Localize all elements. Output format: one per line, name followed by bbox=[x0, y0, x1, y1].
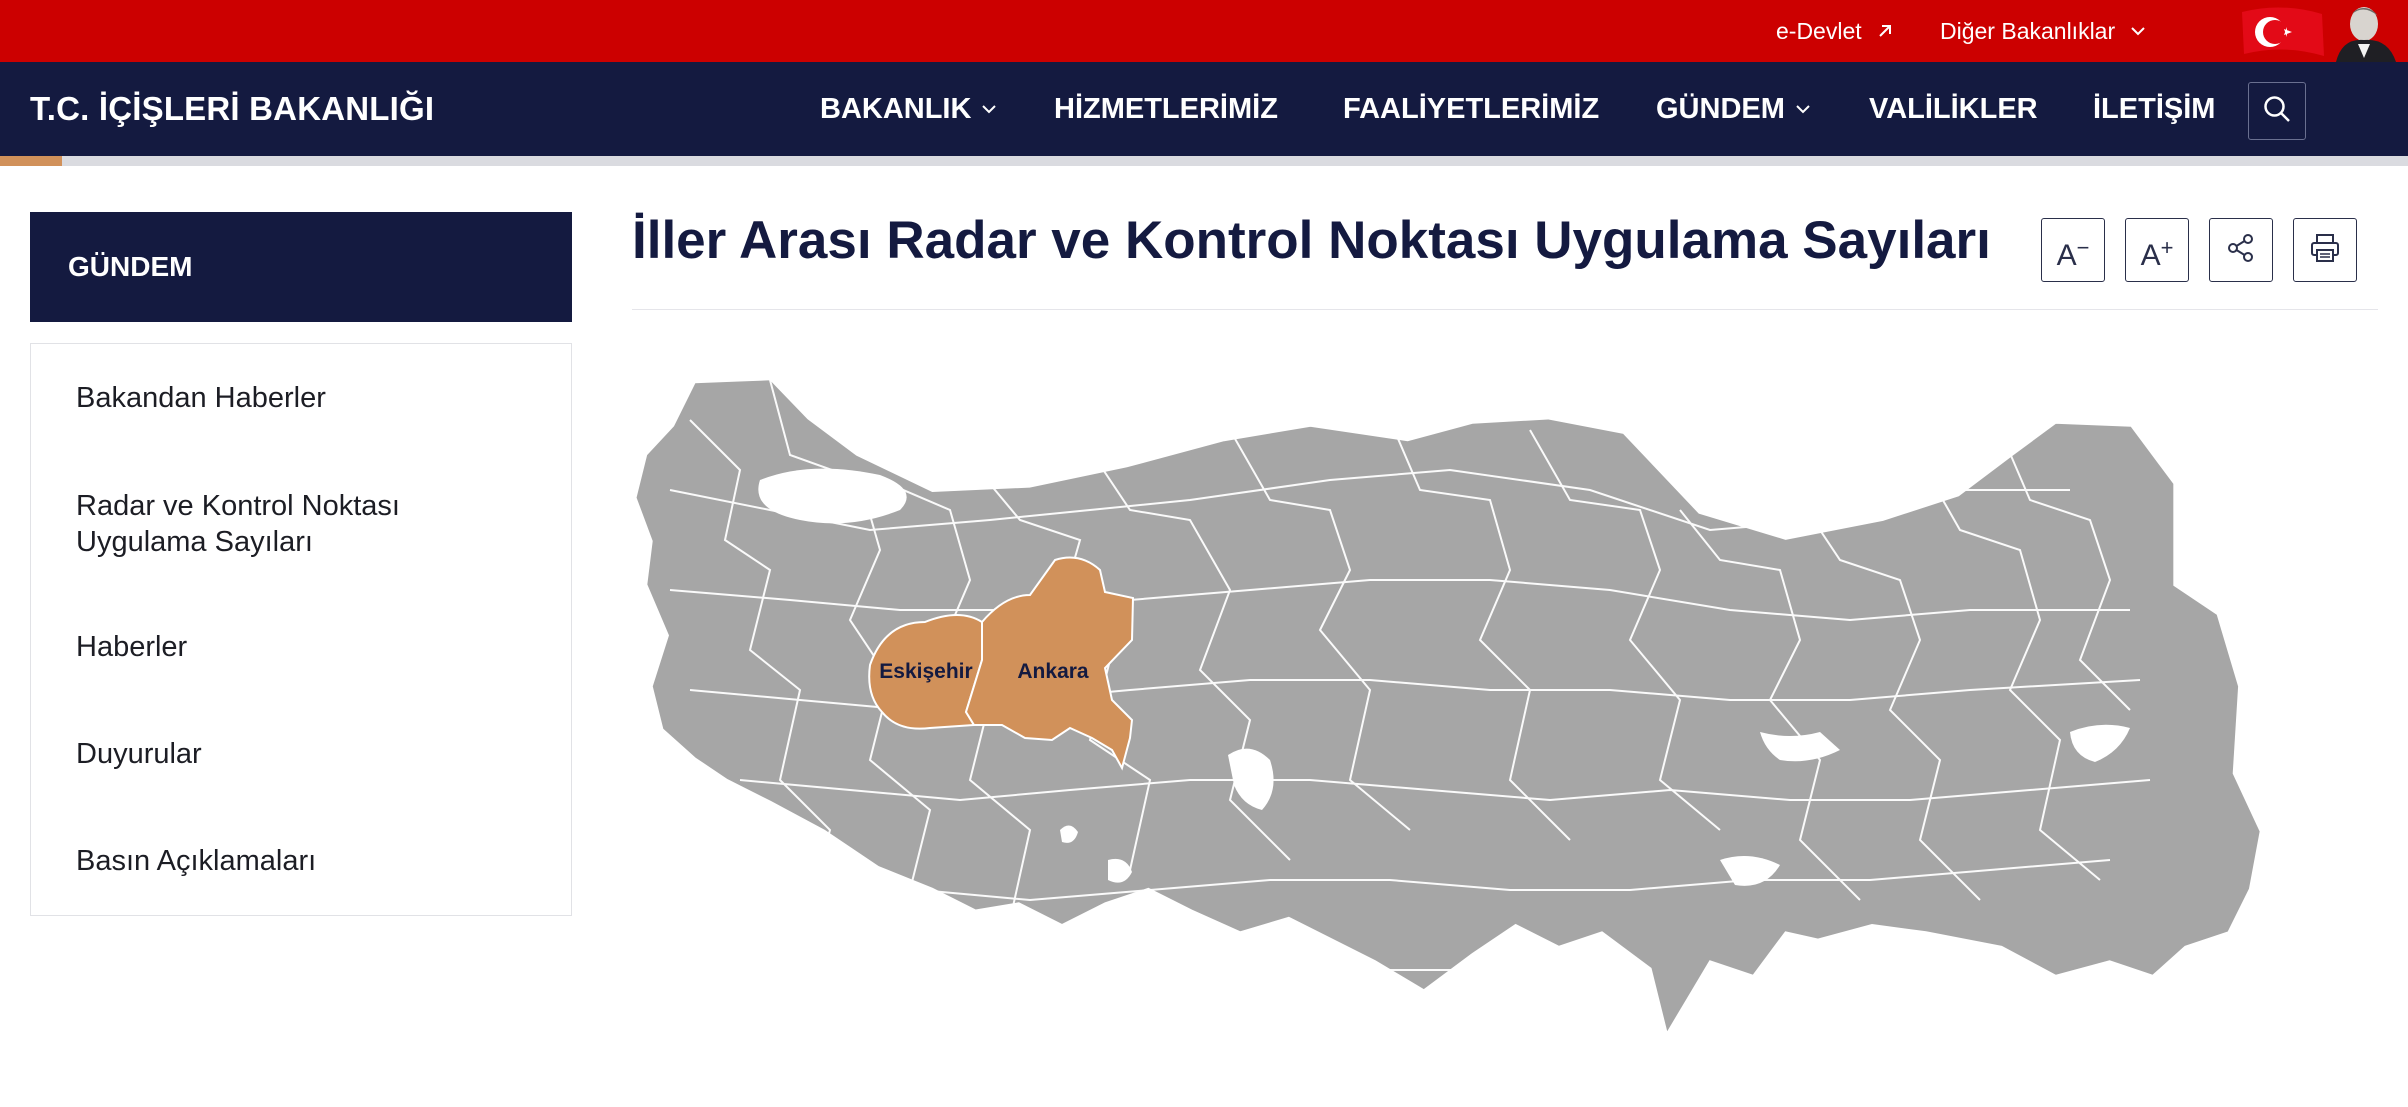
print-button[interactable] bbox=[2293, 218, 2357, 282]
search-icon bbox=[2262, 94, 2292, 129]
nav-valilikler[interactable]: VALİLİKLER bbox=[1869, 62, 2038, 156]
page-progress-fill bbox=[0, 156, 62, 166]
increase-font-button[interactable]: A+ bbox=[2125, 218, 2189, 282]
title-divider bbox=[632, 309, 2378, 310]
nav-valilikler-label: VALİLİKLER bbox=[1869, 92, 2038, 125]
nav-gundem-label: GÜNDEM bbox=[1656, 92, 1785, 125]
share-icon bbox=[2225, 232, 2257, 269]
page-progress-strip bbox=[0, 156, 2408, 166]
sidebar-item-duyurular[interactable]: Duyurular bbox=[76, 736, 496, 772]
main-navbar: T.C. İÇİŞLERİ BAKANLIĞI BAKANLIK HİZMETL… bbox=[0, 62, 2408, 156]
page-title: İller Arası Radar ve Kontrol Noktası Uyg… bbox=[632, 211, 1991, 270]
increase-font-icon: A+ bbox=[2140, 235, 2174, 273]
flag-and-portrait-image bbox=[2232, 0, 2408, 62]
nav-iletisim[interactable]: İLETİŞİM bbox=[2093, 62, 2215, 156]
nav-hizmetlerimiz-label: HİZMETLERİMİZ bbox=[1054, 92, 1278, 125]
province-label-ankara: Ankara bbox=[1017, 660, 1089, 683]
share-button[interactable] bbox=[2209, 218, 2273, 282]
decrease-font-button[interactable]: A− bbox=[2041, 218, 2105, 282]
printer-icon bbox=[2308, 231, 2342, 270]
site-logo-text[interactable]: T.C. İÇİŞLERİ BAKANLIĞI bbox=[30, 62, 434, 156]
other-ministries-dropdown[interactable]: Diğer Bakanlıklar bbox=[1940, 0, 2147, 62]
nav-iletisim-label: İLETİŞİM bbox=[2093, 92, 2216, 125]
nav-bakanlik-label: BAKANLIK bbox=[820, 92, 972, 125]
decrease-font-letter: A bbox=[2056, 239, 2077, 272]
increase-font-letter: A bbox=[2140, 239, 2161, 272]
decrease-font-mark: − bbox=[2076, 235, 2090, 260]
nav-faaliyetlerimiz[interactable]: FAALİYETLERİMİZ bbox=[1343, 62, 1599, 156]
sidebar-menu: Bakandan Haberler Radar ve Kontrol Nokta… bbox=[30, 343, 572, 916]
turkey-province-map[interactable]: Eskişehir Ankara bbox=[630, 360, 2310, 1102]
nav-bakanlik[interactable]: BAKANLIK bbox=[820, 62, 998, 156]
nav-hizmetlerimiz[interactable]: HİZMETLERİMİZ bbox=[1054, 62, 1278, 156]
chevron-down-icon bbox=[2129, 25, 2147, 37]
sidebar-item-radar-kontrol[interactable]: Radar ve Kontrol Noktası Uygulama Sayıla… bbox=[76, 488, 496, 560]
chevron-down-icon bbox=[1794, 103, 1812, 115]
sidebar-title: GÜNDEM bbox=[30, 212, 572, 322]
nav-gundem[interactable]: GÜNDEM bbox=[1656, 62, 1812, 156]
sidebar-item-bakandan-haberler[interactable]: Bakandan Haberler bbox=[76, 380, 496, 416]
utility-bar: e-Devlet Diğer Bakanlıklar bbox=[0, 0, 2408, 62]
sidebar-item-basin-aciklamalari[interactable]: Basın Açıklamaları bbox=[76, 843, 496, 879]
province-label-eskisehir: Eskişehir bbox=[879, 660, 972, 683]
nav-faaliyetlerimiz-label: FAALİYETLERİMİZ bbox=[1343, 92, 1600, 125]
sidebar-item-haberler[interactable]: Haberler bbox=[76, 629, 496, 665]
edevlet-link[interactable]: e-Devlet bbox=[1776, 0, 1894, 62]
search-button[interactable] bbox=[2248, 82, 2306, 140]
external-link-icon bbox=[1876, 22, 1894, 40]
other-ministries-label: Diğer Bakanlıklar bbox=[1940, 17, 2116, 44]
decrease-font-icon: A− bbox=[2056, 235, 2090, 273]
chevron-down-icon bbox=[980, 103, 998, 115]
increase-font-mark: + bbox=[2160, 235, 2174, 260]
edevlet-label: e-Devlet bbox=[1776, 17, 1862, 44]
